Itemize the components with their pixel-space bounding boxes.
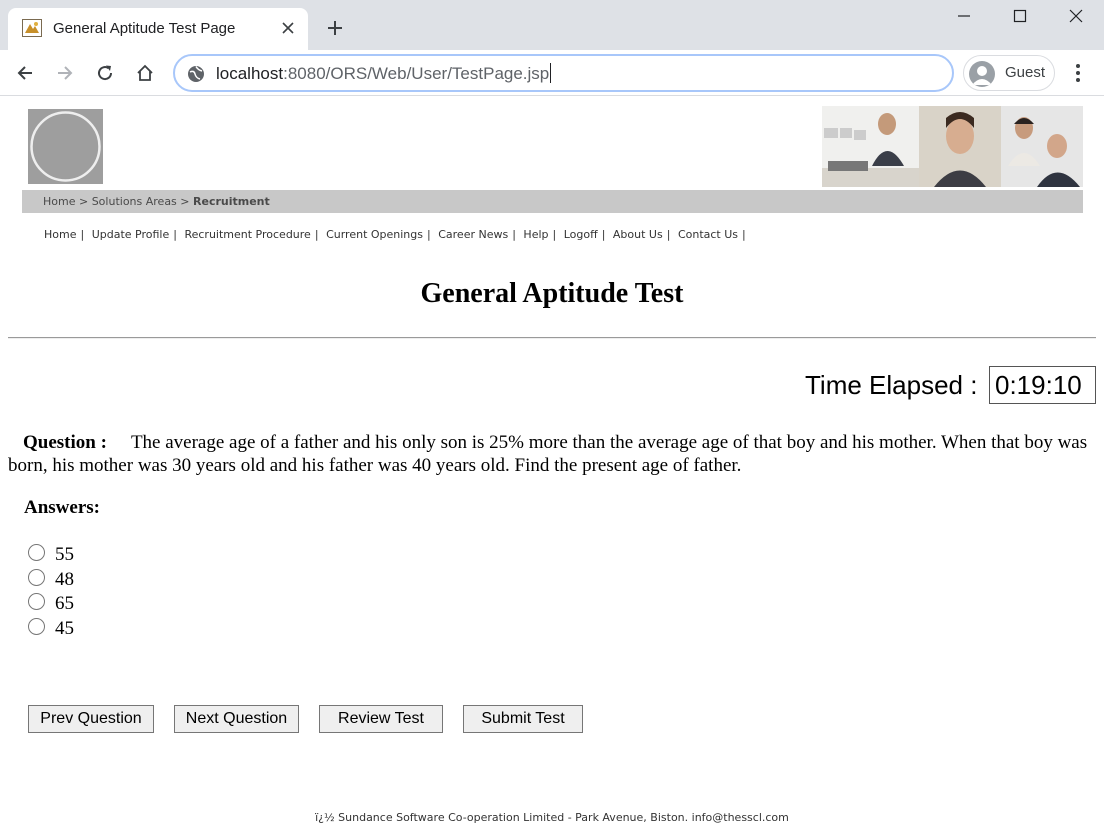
time-elapsed-field: 0:19:10 bbox=[989, 366, 1096, 404]
answer-option-label: 65 bbox=[55, 593, 74, 614]
new-tab-icon[interactable] bbox=[323, 16, 347, 40]
question-block: Question : The average age of a father an… bbox=[8, 431, 1098, 477]
nav-separator: | bbox=[173, 228, 177, 241]
nav-separator: | bbox=[314, 228, 319, 241]
maximize-window-icon[interactable] bbox=[992, 0, 1048, 32]
answer-radio[interactable] bbox=[28, 569, 45, 586]
question-text: The average age of a father and his only… bbox=[8, 432, 1088, 476]
home-icon[interactable] bbox=[132, 60, 158, 86]
site-favicon-icon bbox=[22, 19, 42, 37]
forward-arrow-icon[interactable] bbox=[52, 60, 78, 86]
breadcrumb-solutions-link[interactable]: Solutions Areas bbox=[92, 195, 177, 208]
nav-contact-us-link[interactable]: Contact Us bbox=[678, 228, 738, 241]
nav-help-link[interactable]: Help bbox=[523, 228, 548, 241]
nav-current-openings-link[interactable]: Current Openings bbox=[326, 228, 423, 241]
prev-question-button[interactable]: Prev Question bbox=[28, 705, 154, 733]
tab-title: General Aptitude Test Page bbox=[53, 20, 236, 37]
profile-name: Guest bbox=[1005, 64, 1046, 81]
time-elapsed-label: Time Elapsed : bbox=[805, 370, 978, 400]
url-text[interactable]: localhost:8080/ORS/Web/User/TestPage.jsp bbox=[216, 63, 552, 84]
nav-about-us-link[interactable]: About Us bbox=[613, 228, 663, 241]
footer-text: ï¿½ Sundance Software Co-operation Limit… bbox=[315, 811, 789, 824]
back-arrow-icon[interactable] bbox=[12, 60, 38, 86]
close-window-icon[interactable] bbox=[1048, 0, 1104, 32]
nav-logoff-link[interactable]: Logoff bbox=[564, 228, 598, 241]
answer-option-label: 55 bbox=[55, 544, 74, 565]
close-tab-icon[interactable] bbox=[278, 18, 298, 38]
answer-radio[interactable] bbox=[28, 593, 45, 610]
breadcrumb-home-link[interactable]: Home bbox=[43, 195, 75, 208]
profile-avatar-icon bbox=[969, 61, 995, 87]
answer-option-label: 45 bbox=[55, 618, 74, 639]
nav-separator: | bbox=[427, 228, 431, 241]
browser-toolbar: localhost:8080/ORS/Web/User/TestPage.jsp… bbox=[0, 50, 1104, 96]
address-bar[interactable]: localhost:8080/ORS/Web/User/TestPage.jsp bbox=[173, 54, 954, 92]
review-test-button[interactable]: Review Test bbox=[319, 705, 443, 733]
divider bbox=[8, 337, 1096, 339]
answer-radio[interactable] bbox=[28, 544, 45, 561]
breadcrumb-separator: > bbox=[78, 195, 89, 208]
nav-separator: | bbox=[512, 228, 516, 241]
next-question-button[interactable]: Next Question bbox=[174, 705, 299, 733]
minimize-window-icon[interactable] bbox=[936, 0, 992, 32]
nav-separator: | bbox=[666, 228, 671, 241]
page-title: General Aptitude Test bbox=[420, 278, 684, 309]
nav-home-link[interactable]: Home bbox=[44, 228, 76, 241]
top-navigation: Home | Update Profile | Recruitment Proced… bbox=[44, 228, 750, 241]
browser-tab[interactable]: General Aptitude Test Page bbox=[8, 8, 308, 50]
nav-separator: | bbox=[742, 228, 746, 241]
answer-option-label: 48 bbox=[55, 569, 74, 590]
browser-menu-icon[interactable] bbox=[1066, 60, 1090, 86]
question-label: Question : bbox=[23, 432, 107, 453]
nav-separator: | bbox=[552, 228, 557, 241]
nav-separator: | bbox=[601, 228, 606, 241]
reload-icon[interactable] bbox=[92, 60, 118, 86]
nav-career-news-link[interactable]: Career News bbox=[438, 228, 508, 241]
answer-radio[interactable] bbox=[28, 618, 45, 635]
breadcrumb-separator: > bbox=[180, 195, 190, 208]
site-info-icon[interactable] bbox=[186, 64, 206, 84]
nav-separator: | bbox=[80, 228, 85, 241]
breadcrumb-current: Recruitment bbox=[193, 195, 270, 208]
browser-tabstrip: General Aptitude Test Page bbox=[0, 0, 1104, 50]
site-logo bbox=[28, 109, 103, 184]
header-banner-image bbox=[822, 106, 1083, 187]
breadcrumb: Home > Solutions Areas > Recruitment bbox=[22, 190, 1083, 213]
nav-recruitment-procedure-link[interactable]: Recruitment Procedure bbox=[184, 228, 310, 241]
answers-label: Answers: bbox=[24, 497, 100, 518]
nav-update-profile-link[interactable]: Update Profile bbox=[92, 228, 170, 241]
profile-button[interactable]: Guest bbox=[963, 55, 1055, 91]
submit-test-button[interactable]: Submit Test bbox=[463, 705, 583, 733]
